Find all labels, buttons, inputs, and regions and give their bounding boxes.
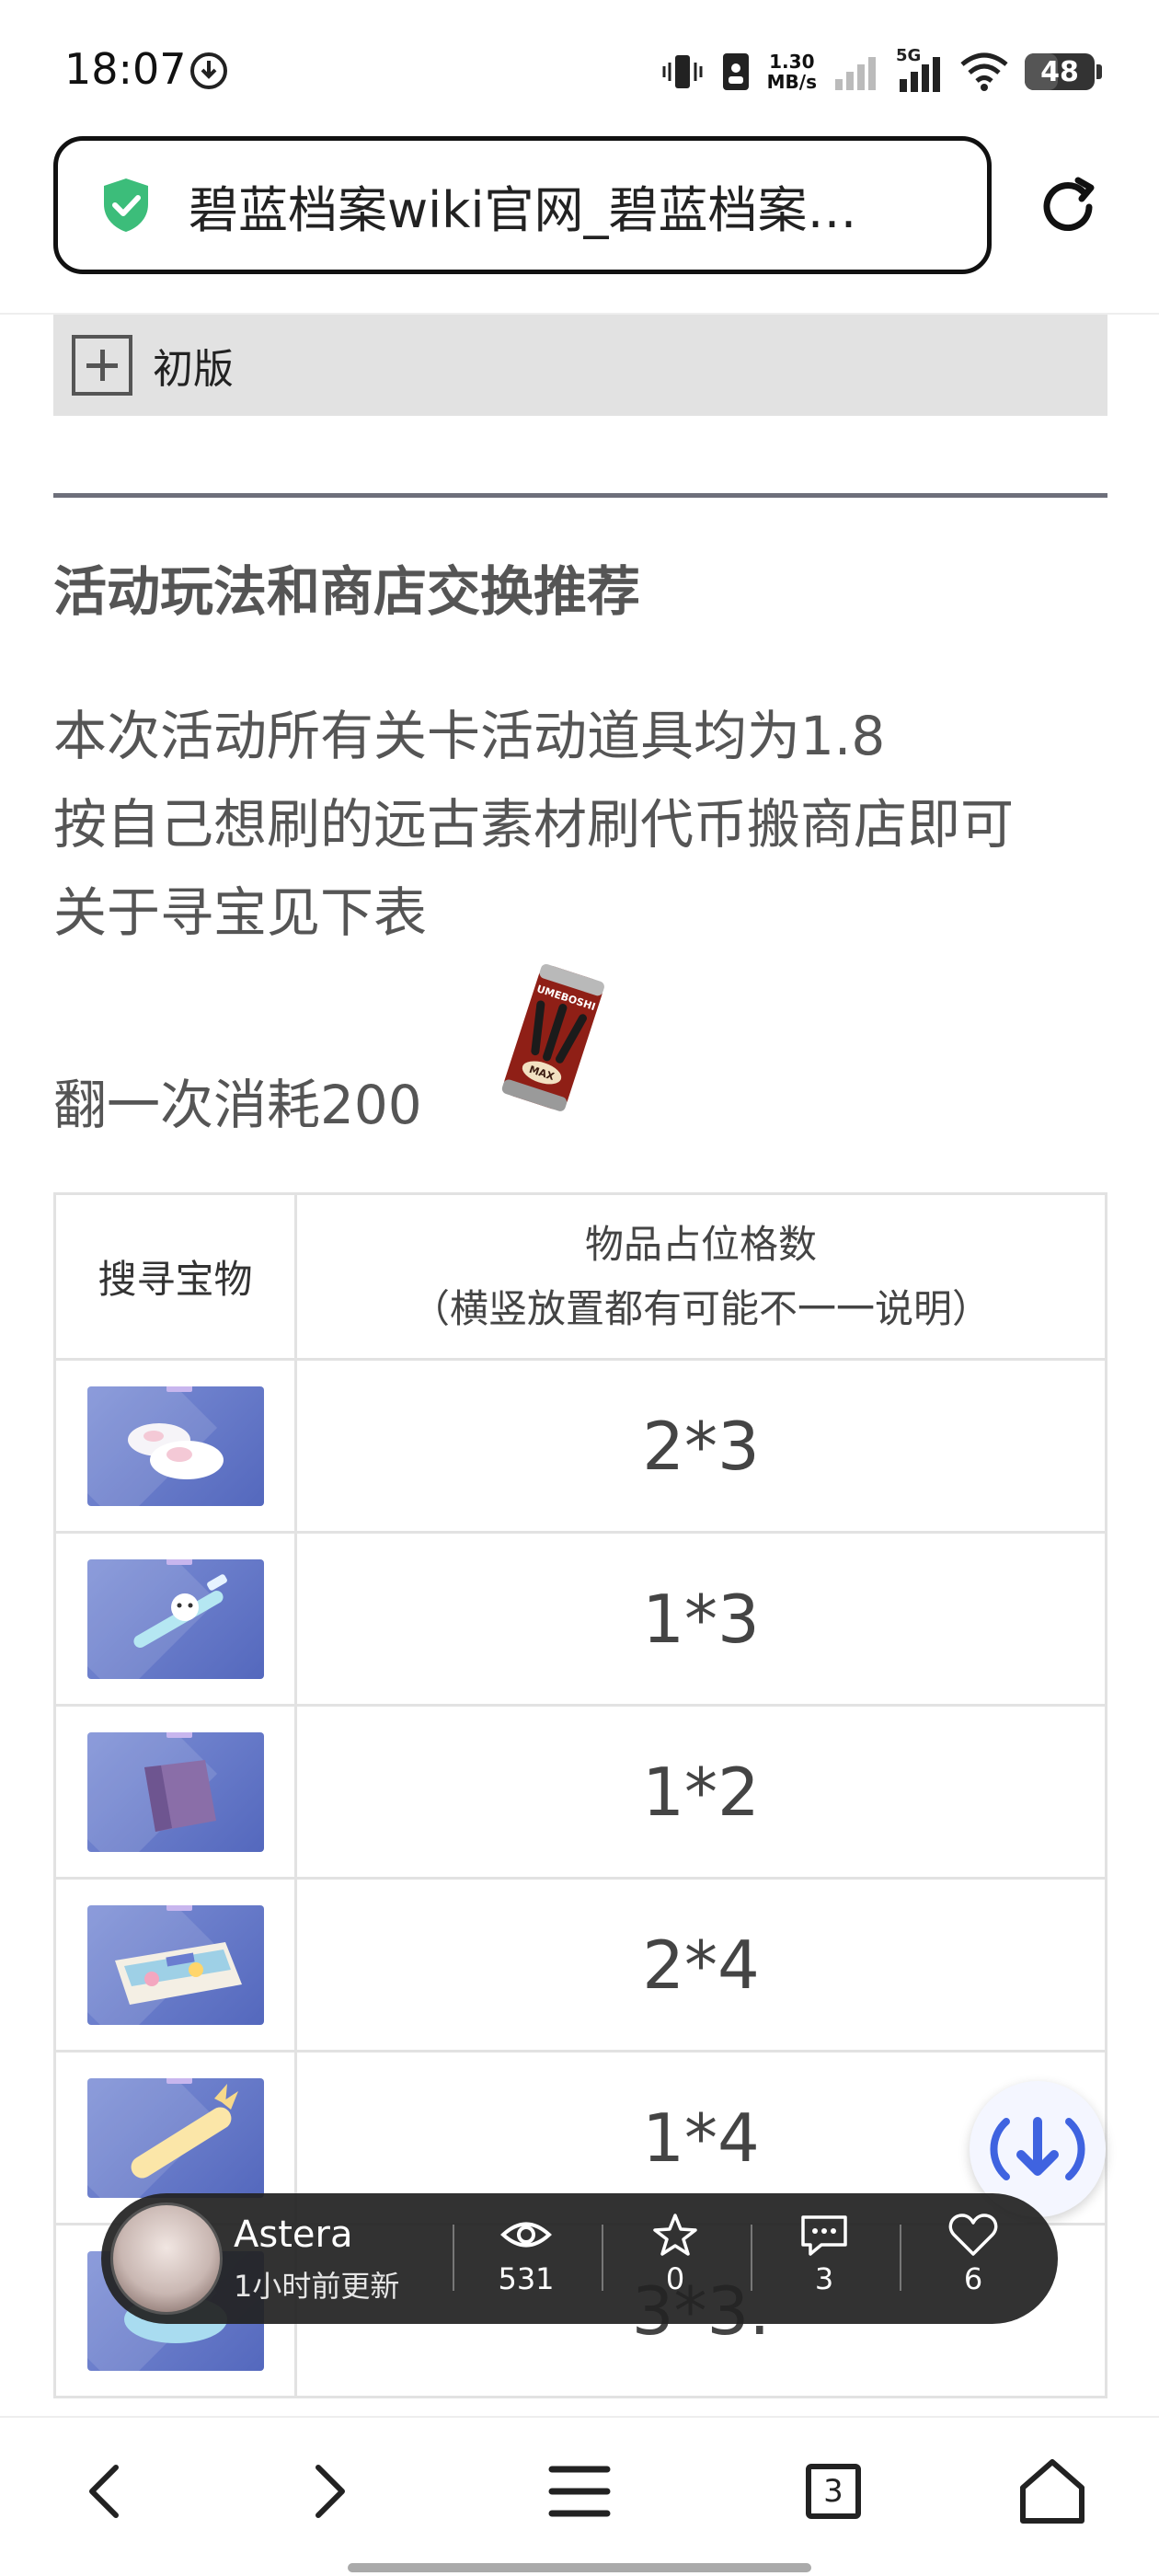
item-image-cell	[53, 1531, 297, 1707]
like-button[interactable]: 6	[918, 2212, 1028, 2296]
status-right: 1.30 MB/s 5G 48	[660, 46, 1102, 98]
forward-icon[interactable]	[291, 2455, 364, 2528]
comments-count: 3	[814, 2261, 834, 2296]
collapse-label: 初版	[153, 346, 234, 393]
star-icon	[653, 2214, 697, 2256]
likes-count: 6	[963, 2261, 983, 2296]
battery-indicator: 48	[1025, 53, 1102, 90]
comment-icon	[801, 2215, 847, 2256]
grid-size-value: 1*2	[294, 1704, 1107, 1880]
tabs-icon: 3	[806, 2464, 861, 2519]
expand-plus-icon	[72, 335, 132, 396]
status-bar: 18:07 1.30 MB/s 5G 48	[0, 0, 1159, 138]
home-indicator[interactable]	[348, 2563, 811, 2572]
header-grid-size: 物品占位格数 （横竖放置都有可能不一一说明）	[294, 1192, 1107, 1361]
back-icon[interactable]	[70, 2455, 143, 2528]
updated-time: 1小时前更新	[234, 2269, 400, 2304]
table-header-row: 搜寻宝物 物品占位格数 （横竖放置都有可能不一一说明）	[53, 1192, 1107, 1361]
sim-card-icon	[722, 53, 749, 90]
collapse-toggle[interactable]: 初版	[53, 315, 1107, 416]
net-speed-unit: MB/s	[766, 71, 817, 93]
author-stats-bar: Astera 1小时前更新 531 0 3 6	[101, 2193, 1058, 2324]
menu-icon[interactable]	[543, 2455, 616, 2528]
net-speed-value: 1.30	[769, 51, 815, 73]
toothbrush-icon[interactable]	[86, 1558, 264, 1679]
signal-5g: 5G	[896, 46, 944, 94]
comment-button[interactable]: 3	[769, 2212, 879, 2296]
grid-size-value: 2*3	[294, 1358, 1107, 1534]
energy-drink-can-icon: UMEBOSHI MAX	[501, 963, 604, 1111]
views-count: 531	[498, 2261, 555, 2296]
paragraph-line: 本次活动所有关卡活动道具均为1.8	[53, 705, 886, 767]
wifi-icon	[960, 52, 1008, 91]
author-name[interactable]: Astera	[234, 2214, 352, 2256]
table-row: 1*3	[53, 1531, 1107, 1707]
vibrate-icon	[662, 55, 703, 88]
slippers-icon[interactable]	[86, 1386, 264, 1506]
address-bar[interactable]: 碧蓝档案wiki官网_碧蓝档案…	[53, 136, 992, 274]
net-speed: 1.30 MB/s	[767, 52, 817, 92]
section-divider	[53, 493, 1107, 498]
consume-text: 翻一次消耗200	[53, 1074, 422, 1136]
eye-icon	[500, 2222, 552, 2248]
stat-divider	[453, 2225, 454, 2291]
secure-shield-icon	[104, 178, 148, 232]
privacy-indicator-icon	[190, 52, 227, 89]
bottom-nav: 3	[0, 2416, 1159, 2576]
stat-divider	[602, 2225, 603, 2291]
views-stat: 531	[471, 2212, 581, 2296]
board-game-box-icon[interactable]	[86, 1904, 264, 2025]
header-treasure: 搜寻宝物	[53, 1192, 297, 1361]
stars-count: 0	[665, 2261, 685, 2296]
grid-size-value: 1*3	[294, 1531, 1107, 1707]
grid-size-value: 2*4	[294, 1877, 1107, 2053]
stat-divider	[751, 2225, 752, 2291]
tab-count: 3	[823, 2473, 843, 2510]
table-row: 2*3	[53, 1358, 1107, 1534]
status-time: 18:07	[64, 44, 187, 94]
page-title: 碧蓝档案wiki官网_碧蓝档案…	[189, 180, 857, 239]
tabs-button[interactable]: 3	[797, 2455, 870, 2528]
paragraph-line: 按自己想刷的远古素材刷代币搬商店即可	[53, 793, 1015, 856]
reload-icon[interactable]	[1036, 175, 1100, 239]
intro-paragraph: 本次活动所有关卡活动道具均为1.8 按自己想刷的远古素材刷代币搬商店即可 关于寻…	[53, 692, 1014, 957]
signal-weak-icon	[835, 57, 876, 90]
paragraph-line: 关于寻宝见下表	[53, 881, 428, 944]
home-icon[interactable]	[1016, 2455, 1089, 2528]
cloth-icon[interactable]	[86, 1731, 264, 1852]
header-grid-line2: （横竖放置都有可能不一一说明）	[410, 1285, 991, 1331]
header-grid-line1: 物品占位格数	[584, 1221, 817, 1267]
battery-level: 48	[1040, 55, 1079, 88]
heart-icon	[948, 2214, 998, 2256]
avatar[interactable]	[110, 2202, 223, 2315]
favorite-button[interactable]: 0	[620, 2212, 730, 2296]
table-row: 2*4	[53, 1877, 1107, 2053]
signal-strong-icon	[900, 57, 940, 92]
table-row: 1*2	[53, 1704, 1107, 1880]
item-image-cell	[53, 1877, 297, 2053]
stat-divider	[900, 2225, 901, 2291]
item-image-cell	[53, 1704, 297, 1880]
item-image-cell	[53, 1358, 297, 1534]
section-title: 活动玩法和商店交换推荐	[53, 560, 641, 623]
bolster-pillow-icon[interactable]	[86, 2077, 264, 2198]
